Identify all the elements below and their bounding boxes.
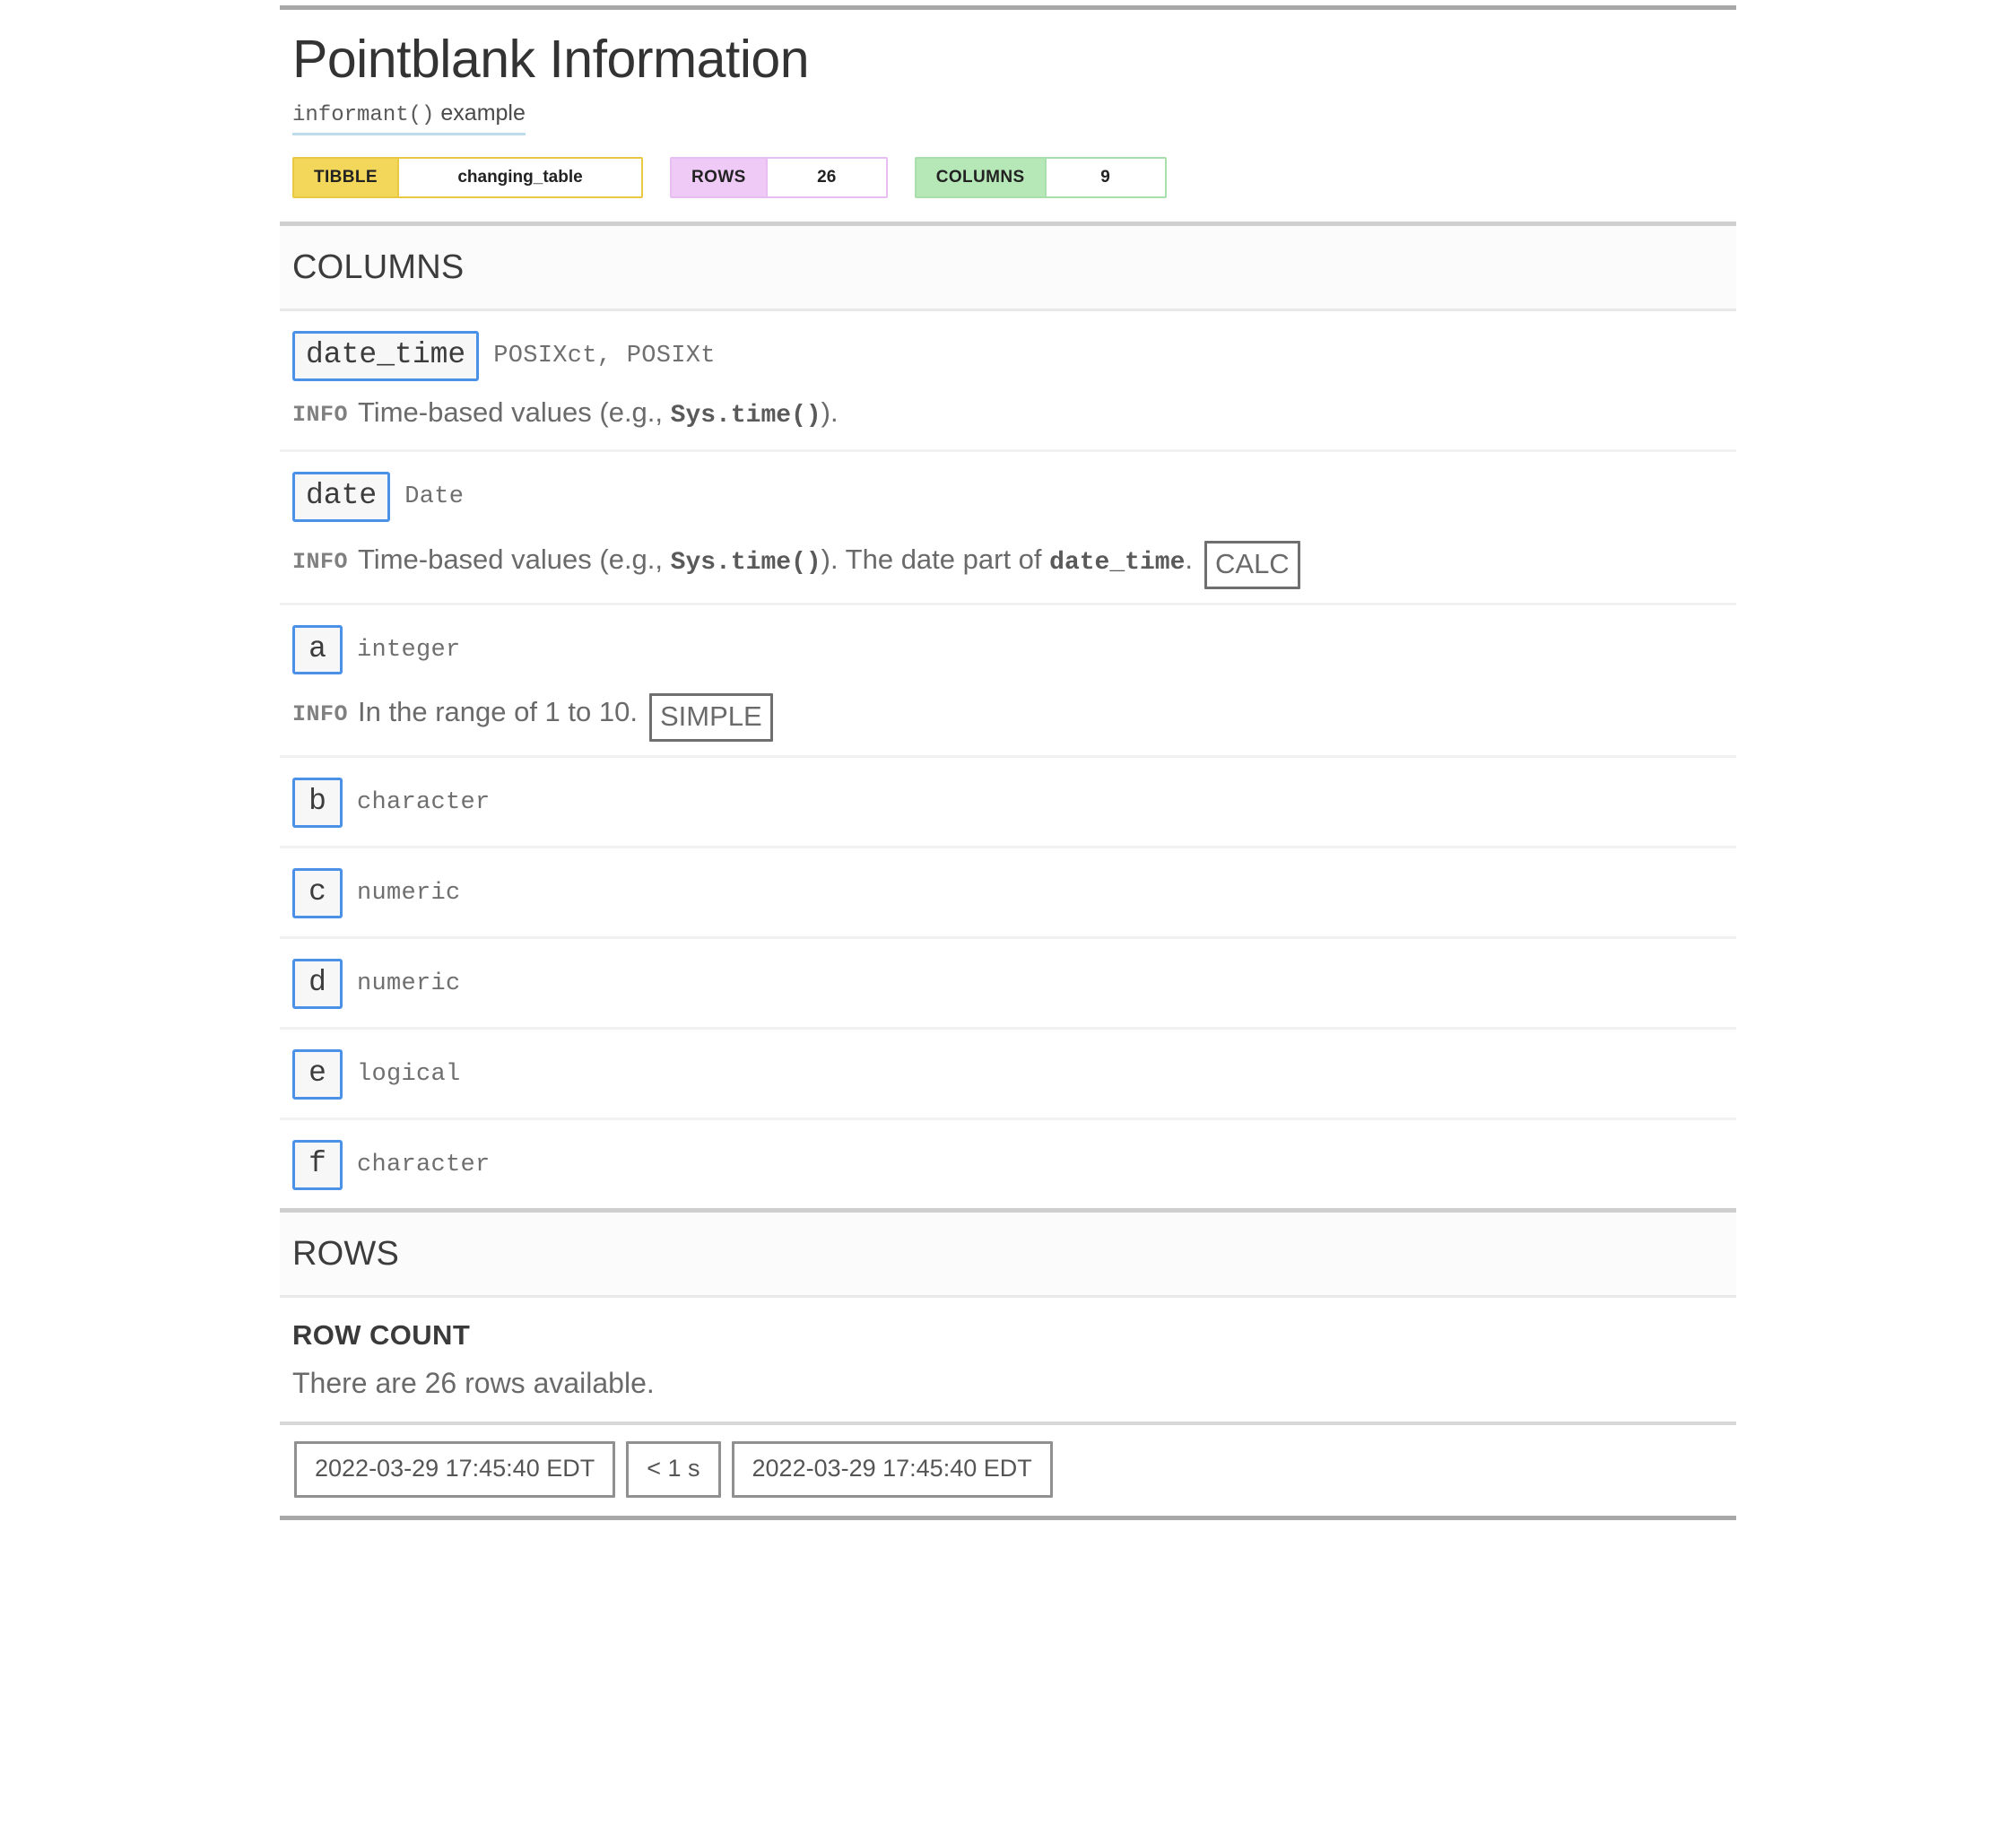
- badge-tibble: TIBBLE changing_table: [292, 156, 644, 198]
- info-text-fragment: .: [1185, 543, 1193, 575]
- row-count-text: There are 26 rows available.: [292, 1366, 655, 1399]
- info-code-fragment: Sys.time(): [670, 401, 821, 430]
- column-type-label: logical: [357, 1061, 461, 1089]
- badge-rows-key: ROWS: [672, 158, 766, 196]
- row-count-title: ROW COUNT: [292, 1318, 471, 1351]
- info-tag-label: INFO: [292, 401, 349, 428]
- badge-columns-key: COLUMNS: [916, 158, 1045, 196]
- column-info: INFO In the range of 1 to 10. SIMPLE: [292, 689, 1724, 743]
- column-type-label: integer: [357, 636, 461, 664]
- badge-rows-value: 26: [765, 158, 886, 196]
- badge-tibble-value: changing_table: [397, 158, 642, 196]
- column-type-label: Date: [404, 483, 465, 510]
- column-name-chip[interactable]: d: [292, 959, 343, 1010]
- column-name-chip[interactable]: f: [292, 1140, 343, 1191]
- badge-columns: COLUMNS 9: [914, 156, 1167, 198]
- column-head: d numeric: [292, 959, 1724, 1010]
- row-count-block: ROW COUNT There are 26 rows available.: [280, 1298, 1736, 1426]
- info-code-fragment: date_time: [1049, 548, 1186, 577]
- column-row: f character: [280, 1120, 1736, 1208]
- info-text-fragment: ). The date part of: [821, 543, 1050, 575]
- column-head: e logical: [292, 1049, 1724, 1100]
- info-code-fragment: Sys.time(): [670, 548, 821, 577]
- footer-duration: < 1 s: [626, 1441, 721, 1499]
- report-subtitle: informant() example: [292, 100, 526, 135]
- footer-start-time: 2022-03-29 17:45:40 EDT: [294, 1441, 616, 1499]
- column-row: b character: [280, 758, 1736, 849]
- page-title: Pointblank Information: [292, 30, 810, 89]
- column-type-label: character: [357, 1152, 491, 1179]
- column-name-chip[interactable]: a: [292, 624, 343, 675]
- column-row: c numeric: [280, 848, 1736, 940]
- badge-rows: ROWS 26: [670, 156, 888, 198]
- column-row: a integer INFO In the range of 1 to 10. SIMP…: [280, 605, 1736, 759]
- column-list: date_time POSIXct, POSIXt INFO Time-based v…: [280, 311, 1736, 1209]
- column-type-label: POSIXct, POSIXt: [493, 342, 716, 370]
- column-info: INFO Time-based values (e.g., Sys.time())…: [292, 536, 1724, 589]
- column-row: d numeric: [280, 939, 1736, 1030]
- column-name-chip[interactable]: c: [292, 868, 343, 919]
- column-info-tag-box[interactable]: CALC: [1204, 540, 1300, 589]
- column-type-label: numeric: [357, 880, 461, 908]
- section-title-rows: ROWS: [292, 1235, 400, 1274]
- info-text-fragment: ).: [821, 396, 839, 428]
- summary-badges: TIBBLE changing_table ROWS 26 COLUMNS 9: [292, 156, 1724, 198]
- info-text-fragment: In the range of 1 to 10.: [358, 696, 638, 728]
- column-head: f character: [292, 1140, 1724, 1191]
- badge-columns-value: 9: [1044, 158, 1165, 196]
- info-text-fragment: Time-based values (e.g.,: [358, 543, 671, 575]
- info-tag-label: INFO: [292, 701, 349, 728]
- column-head: b character: [292, 778, 1724, 829]
- page-root: Pointblank Information informant() examp…: [0, 0, 2016, 1826]
- column-name-chip[interactable]: e: [292, 1049, 343, 1100]
- section-header-columns: COLUMNS: [280, 221, 1736, 311]
- section-title-columns: COLUMNS: [292, 248, 465, 286]
- column-type-label: character: [357, 789, 491, 817]
- column-row: date Date INFO Time-based values (e.g., Sys…: [280, 452, 1736, 605]
- column-head: date Date: [292, 471, 1724, 522]
- informant-report: Pointblank Information informant() examp…: [280, 5, 1736, 1521]
- info-text-fragment: Time-based values (e.g.,: [358, 396, 671, 428]
- report-footer: 2022-03-29 17:45:40 EDT < 1 s 2022-03-29…: [280, 1425, 1736, 1516]
- footer-end-time: 2022-03-29 17:45:40 EDT: [731, 1441, 1053, 1499]
- column-name-chip[interactable]: b: [292, 778, 343, 829]
- column-info-text: In the range of 1 to 10.: [358, 695, 638, 730]
- column-info-text: Time-based values (e.g., Sys.time()).: [358, 396, 839, 431]
- column-name-chip[interactable]: date_time: [292, 330, 480, 381]
- column-row: e logical: [280, 1030, 1736, 1121]
- section-header-rows: ROWS: [280, 1208, 1736, 1298]
- info-tag-label: INFO: [292, 548, 349, 575]
- column-row: date_time POSIXct, POSIXt INFO Time-based v…: [280, 311, 1736, 452]
- column-head: date_time POSIXct, POSIXt: [292, 330, 1724, 381]
- column-head: a integer: [292, 624, 1724, 675]
- column-head: c numeric: [292, 868, 1724, 919]
- subtitle-code: informant(): [292, 103, 435, 128]
- column-name-chip[interactable]: date: [292, 471, 391, 522]
- column-info-text: Time-based values (e.g., Sys.time()). Th…: [358, 543, 1193, 578]
- column-info: INFO Time-based values (e.g., Sys.time())…: [292, 396, 1724, 431]
- column-type-label: numeric: [357, 970, 461, 998]
- badge-tibble-key: TIBBLE: [294, 158, 398, 196]
- subtitle-text: example: [440, 100, 526, 126]
- report-header: Pointblank Information informant() examp…: [280, 10, 1736, 222]
- column-info-tag-box[interactable]: SIMPLE: [648, 693, 773, 743]
